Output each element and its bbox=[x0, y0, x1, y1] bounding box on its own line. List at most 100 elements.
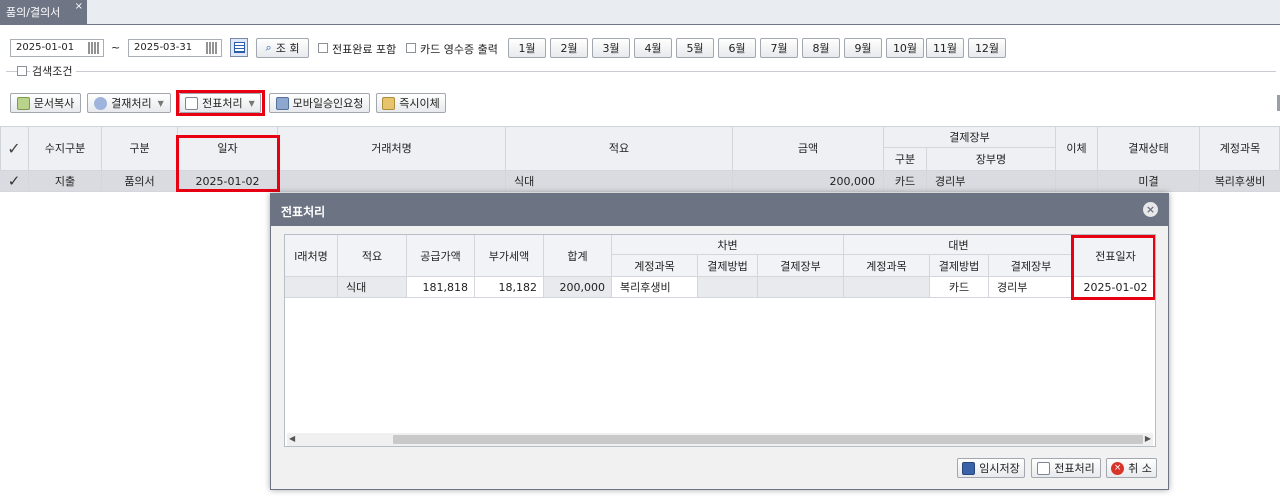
scroll-right-icon[interactable]: ▶ bbox=[1145, 434, 1151, 443]
date-from-value: 2025-01-01 bbox=[16, 42, 75, 53]
tab-close-icon[interactable]: × bbox=[75, 1, 83, 12]
cancel-label: 취 소 bbox=[1128, 462, 1152, 475]
row-ledger-name: 경리부 bbox=[927, 171, 1056, 192]
month-button-2[interactable]: 2월 bbox=[550, 38, 588, 58]
row-transfer bbox=[1056, 171, 1098, 192]
drow-credit-method[interactable]: 카드 bbox=[930, 277, 989, 298]
copy-document-label: 문서복사 bbox=[33, 97, 75, 110]
drow-supply[interactable]: 181,818 bbox=[407, 277, 475, 298]
tab-approval-docs[interactable]: 품의/결의서 × bbox=[0, 0, 87, 25]
drow-memo: 식대 bbox=[338, 277, 407, 298]
highlight-slip-process bbox=[176, 90, 265, 116]
dcol-debit-ledger[interactable]: 결제장부 bbox=[758, 255, 844, 277]
drow-credit-ledger[interactable]: 경리부 bbox=[989, 277, 1074, 298]
chevron-down-icon: ▼ bbox=[157, 98, 164, 108]
dialog-slip-button[interactable]: 전표처리 bbox=[1031, 458, 1101, 478]
col-header-pay-kind[interactable]: 구분 bbox=[884, 148, 927, 171]
dialog-title: 전표처리 bbox=[281, 205, 326, 219]
scroll-left-icon[interactable]: ◀ bbox=[289, 434, 295, 443]
row-amount: 200,000 bbox=[733, 171, 884, 192]
date-range-tilde: ~ bbox=[111, 41, 121, 54]
date-to-field[interactable]: 2025-03-31 bbox=[128, 39, 222, 57]
transfer-icon bbox=[382, 96, 396, 110]
cancel-button[interactable]: × 취 소 bbox=[1106, 458, 1157, 478]
month-button-4[interactable]: 4월 bbox=[634, 38, 672, 58]
month-button-3[interactable]: 3월 bbox=[592, 38, 630, 58]
dialog-title-bar: 전표처리 bbox=[271, 194, 1168, 226]
drow-vat[interactable]: 18,182 bbox=[475, 277, 544, 298]
temp-save-label: 임시저장 bbox=[979, 462, 1020, 475]
search-condition-checkbox[interactable] bbox=[17, 66, 27, 76]
select-all-checkbox-cell[interactable]: ✓ bbox=[0, 126, 29, 171]
dcol-credit-method[interactable]: 결제방법 bbox=[930, 255, 989, 277]
drow-debit-ledger bbox=[758, 277, 844, 298]
col-header-type[interactable]: 수지구분 bbox=[29, 126, 102, 171]
col-header-transfer[interactable]: 이체 bbox=[1056, 126, 1098, 171]
calendar-picker-button[interactable] bbox=[230, 38, 248, 57]
card-receipt-label: 카드 영수증 출력 bbox=[420, 43, 498, 56]
month-button-11[interactable]: 11월 bbox=[926, 38, 964, 58]
col-header-vendor[interactable]: 거래처명 bbox=[278, 126, 506, 171]
month-button-6[interactable]: 6월 bbox=[718, 38, 756, 58]
temp-save-button[interactable]: 임시저장 bbox=[957, 458, 1025, 478]
month-button-10[interactable]: 10월 bbox=[886, 38, 924, 58]
col-header-ledger-name[interactable]: 장부명 bbox=[927, 148, 1056, 171]
calendar-icon[interactable] bbox=[206, 42, 218, 54]
approval-process-label: 결재처리 bbox=[111, 97, 152, 110]
dcol-credit-ledger[interactable]: 결제장부 bbox=[989, 255, 1074, 277]
dcol-memo[interactable]: 적요 bbox=[338, 235, 407, 277]
dcol-vendor[interactable]: l래처명 bbox=[285, 235, 338, 277]
col-header-memo[interactable]: 적요 bbox=[506, 126, 733, 171]
check-icon: ✓ bbox=[7, 138, 21, 158]
calendar-icon[interactable] bbox=[88, 42, 100, 54]
month-button-5[interactable]: 5월 bbox=[676, 38, 714, 58]
date-from-field[interactable]: 2025-01-01 bbox=[10, 39, 104, 57]
approval-process-dropdown[interactable]: 결재처리 ▼ bbox=[87, 93, 171, 113]
month-button-7[interactable]: 7월 bbox=[760, 38, 798, 58]
users-icon bbox=[94, 96, 108, 110]
dcol-supply[interactable]: 공급가액 bbox=[407, 235, 475, 277]
dialog-slip-label: 전표처리 bbox=[1054, 462, 1095, 475]
mobile-icon bbox=[275, 96, 289, 110]
search-condition-divider bbox=[6, 71, 1276, 72]
row-pay-kind: 카드 bbox=[884, 171, 927, 192]
row-account: 복리후생비 bbox=[1200, 171, 1280, 192]
mobile-approval-request-button[interactable]: 모바일승인요청 bbox=[269, 93, 370, 113]
col-header-pay-ledger: 결제장부 bbox=[884, 126, 1056, 148]
month-button-8[interactable]: 8월 bbox=[802, 38, 840, 58]
scrollbar-thumb[interactable] bbox=[393, 435, 1143, 444]
calendar-icon bbox=[234, 42, 245, 53]
dcol-debit-account[interactable]: 계정과목 bbox=[612, 255, 698, 277]
drow-credit-account bbox=[844, 277, 930, 298]
horizontal-scrollbar[interactable]: ◀ ▶ bbox=[287, 433, 1153, 446]
col-header-kind[interactable]: 구분 bbox=[102, 126, 178, 171]
instant-transfer-button[interactable]: 즉시이체 bbox=[376, 93, 446, 113]
col-header-amount[interactable]: 금액 bbox=[733, 126, 884, 171]
month-button-9[interactable]: 9월 bbox=[844, 38, 882, 58]
drow-debit-account[interactable]: 복리후생비 bbox=[612, 277, 698, 298]
month-button-12[interactable]: 12월 bbox=[968, 38, 1006, 58]
col-header-status[interactable]: 결재상태 bbox=[1098, 126, 1200, 171]
dcol-debit-method[interactable]: 결제방법 bbox=[698, 255, 758, 277]
search-button[interactable]: ⌕ 조 회 bbox=[256, 38, 309, 58]
row-checkbox[interactable]: ✓ bbox=[0, 171, 29, 192]
check-icon: ✓ bbox=[7, 172, 21, 190]
copy-document-button[interactable]: 문서복사 bbox=[10, 93, 81, 113]
drow-total: 200,000 bbox=[544, 277, 612, 298]
col-header-account[interactable]: 계정과목 bbox=[1200, 126, 1280, 171]
dcol-debit: 차변 bbox=[612, 235, 844, 255]
dcol-total[interactable]: 합계 bbox=[544, 235, 612, 277]
row-kind: 품의서 bbox=[102, 171, 178, 192]
instant-transfer-label: 즉시이체 bbox=[399, 97, 440, 110]
drow-vendor bbox=[285, 277, 338, 298]
dialog-close-icon[interactable]: × bbox=[1143, 202, 1158, 217]
document-icon bbox=[1037, 461, 1051, 475]
dcol-credit-account[interactable]: 계정과목 bbox=[844, 255, 930, 277]
month-button-1[interactable]: 1월 bbox=[508, 38, 546, 58]
mobile-approval-label: 모바일승인요청 bbox=[292, 97, 364, 110]
card-receipt-checkbox[interactable] bbox=[406, 43, 416, 53]
date-to-value: 2025-03-31 bbox=[134, 42, 193, 53]
include-slip-done-checkbox[interactable] bbox=[318, 43, 328, 53]
dcol-vat[interactable]: 부가세액 bbox=[475, 235, 544, 277]
search-button-label: 조 회 bbox=[275, 42, 300, 55]
